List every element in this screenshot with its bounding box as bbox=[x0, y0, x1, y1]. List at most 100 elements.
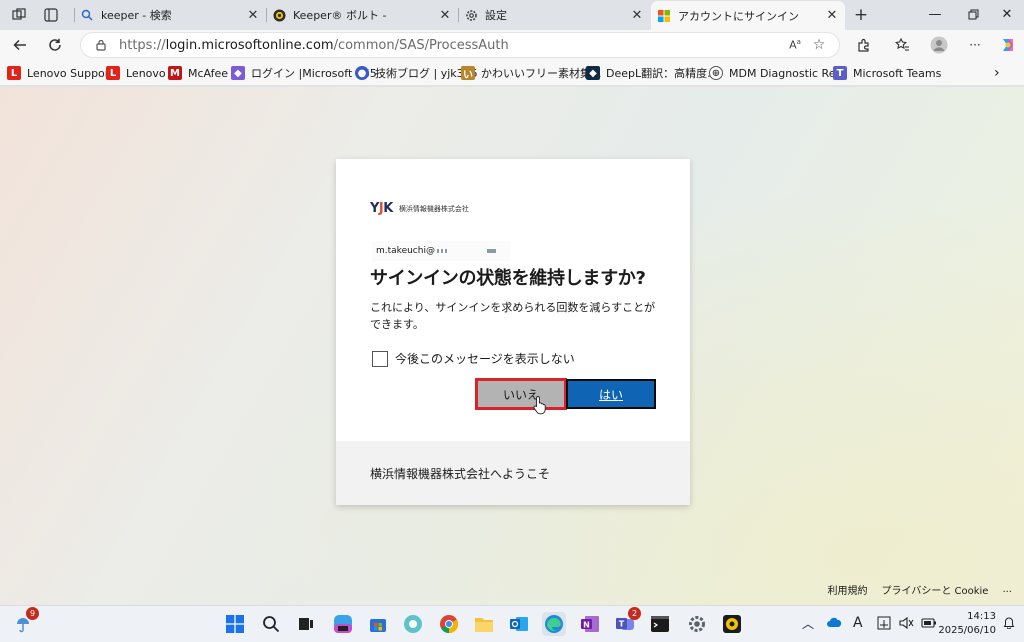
url-text[interactable]: https://login.microsoftonline.com/common… bbox=[119, 38, 783, 53]
app-circle-icon[interactable] bbox=[401, 612, 425, 636]
refresh-icon[interactable] bbox=[43, 34, 67, 56]
search-taskbar-icon[interactable] bbox=[259, 612, 283, 636]
workspaces-icon[interactable] bbox=[10, 6, 28, 24]
site-info-icon[interactable] bbox=[91, 39, 111, 51]
favorite-mcafee[interactable]: M McAfee bbox=[168, 64, 228, 82]
dont-show-again-label: 今後このメッセージを表示しない bbox=[395, 352, 575, 366]
new-tab-icon[interactable]: + bbox=[852, 5, 870, 25]
yes-button[interactable]: はい bbox=[566, 379, 656, 409]
chrome-icon[interactable] bbox=[437, 612, 461, 636]
no-button[interactable]: いいえ bbox=[475, 378, 567, 410]
tab-title: keeper - 検索 bbox=[101, 9, 172, 22]
lenovo-icon: L bbox=[106, 66, 120, 80]
close-tab-icon[interactable]: ✕ bbox=[246, 8, 260, 23]
onedrive-icon[interactable] bbox=[826, 617, 842, 631]
favorites-bar: L Lenovo Support L Lenovo M McAfee ◆ ログイン |M… bbox=[0, 60, 1024, 86]
windows-taskbar: 9 N T 2 ︿ A 14:13 2025/06/10 bbox=[0, 605, 1024, 642]
copilot-icon[interactable] bbox=[996, 34, 1020, 56]
favorite-tech-blog[interactable]: ● 技術ブログ | yjk365 bbox=[355, 64, 478, 82]
dont-show-again-checkbox[interactable] bbox=[372, 350, 388, 367]
notification-bell-icon[interactable] bbox=[1003, 617, 1015, 632]
extensions-icon[interactable] bbox=[852, 34, 876, 56]
wifi-icon[interactable] bbox=[876, 616, 892, 633]
svg-text:T: T bbox=[619, 620, 625, 629]
more-options-icon[interactable]: ··· bbox=[963, 34, 987, 56]
terminal-icon[interactable] bbox=[648, 612, 672, 636]
favorite-free-material[interactable]: いかわいいフリー素材集... bbox=[461, 64, 602, 82]
favorite-teams[interactable]: T Microsoft Teams bbox=[833, 64, 941, 82]
settings-taskbar-icon[interactable] bbox=[685, 612, 709, 636]
battery-icon[interactable] bbox=[921, 616, 937, 633]
favorite-mdm[interactable]: ⊕ MDM Diagnostic Re... bbox=[709, 64, 846, 82]
start-icon[interactable] bbox=[223, 612, 247, 636]
tab-keeper-search[interactable]: keeper - 検索 ✕ bbox=[74, 2, 266, 28]
tab-title: Keeper® ボルト - bbox=[293, 9, 387, 22]
store-icon[interactable] bbox=[366, 612, 390, 636]
volume-icon[interactable] bbox=[898, 616, 914, 633]
file-explorer-icon[interactable] bbox=[472, 612, 496, 636]
favorite-lenovo[interactable]: L Lenovo bbox=[106, 64, 166, 82]
account-email: m.takeuchi@ bbox=[376, 246, 435, 256]
favorite-label: Microsoft Teams bbox=[853, 66, 942, 80]
irasutoya-icon: い bbox=[461, 66, 475, 81]
show-hidden-icons-icon[interactable]: ︿ bbox=[802, 615, 814, 632]
svg-text:N: N bbox=[583, 621, 590, 630]
clock-date: 2025/06/10 bbox=[938, 625, 996, 636]
restore-icon[interactable] bbox=[958, 4, 988, 24]
tab-settings[interactable]: 設定 ✕ bbox=[458, 2, 650, 28]
dont-show-again-row[interactable]: 今後このメッセージを表示しない bbox=[372, 350, 575, 367]
input-indicator-icon[interactable]: A bbox=[853, 615, 863, 631]
weather-badge: 9 bbox=[26, 607, 39, 620]
edge-icon[interactable] bbox=[542, 612, 566, 636]
favorite-label: MDM Diagnostic Re... bbox=[729, 66, 846, 80]
onenote-icon[interactable]: N bbox=[578, 612, 602, 636]
address-bar[interactable]: https://login.microsoftonline.com/common… bbox=[80, 32, 840, 58]
read-aloud-icon[interactable]: Aa bbox=[783, 38, 807, 52]
globe-icon: ⊕ bbox=[709, 66, 723, 80]
favorite-label: Lenovo Support bbox=[27, 66, 114, 80]
close-tab-icon[interactable]: ✕ bbox=[438, 8, 452, 23]
keeper-icon bbox=[272, 8, 286, 22]
tab-actions-icon[interactable] bbox=[42, 6, 60, 24]
favorite-label: McAfee bbox=[188, 66, 229, 80]
outlook-icon[interactable] bbox=[507, 612, 531, 636]
page-title: サインインの状態を維持しますか? bbox=[370, 268, 646, 289]
keeper-taskbar-icon[interactable] bbox=[720, 612, 744, 636]
mcafee-icon: M bbox=[168, 66, 182, 80]
more-options-link[interactable]: ... bbox=[1002, 584, 1012, 595]
close-window-icon[interactable]: ✕ bbox=[992, 4, 1022, 24]
account-identity: m.takeuchi@ bbox=[372, 241, 510, 261]
favorite-lenovo-support[interactable]: L Lenovo Support bbox=[7, 64, 114, 82]
tab-keeper-vault[interactable]: Keeper® ボルト - ✕ bbox=[266, 2, 458, 28]
favorites-icon[interactable] bbox=[890, 34, 914, 56]
tab-title: 設定 bbox=[485, 9, 507, 22]
privacy-link[interactable]: プライバシーと Cookie bbox=[882, 582, 989, 597]
welcome-banner: 横浜情報機器株式会社へようこそ bbox=[336, 441, 690, 505]
tab-sign-in[interactable]: アカウントにサインイン ✕ bbox=[651, 1, 845, 30]
close-tab-icon[interactable]: ✕ bbox=[630, 8, 644, 23]
yjk-logo-mark: YJK bbox=[370, 201, 393, 216]
teams-badge: 2 bbox=[628, 607, 641, 620]
tab-strip: keeper - 検索 ✕ Keeper® ボルト - ✕ 設定 ✕ アカウント… bbox=[0, 0, 1024, 30]
minimize-icon[interactable]: — bbox=[920, 4, 950, 24]
back-icon[interactable] bbox=[8, 34, 32, 56]
favorite-label: Lenovo bbox=[126, 66, 166, 80]
task-view-icon[interactable] bbox=[294, 612, 318, 636]
favorite-label: DeepL翻訳：高精度... bbox=[606, 67, 718, 80]
deepl-icon: ◆ bbox=[586, 66, 600, 80]
favorites-overflow-chevron-icon[interactable]: › bbox=[994, 64, 1000, 82]
blog-icon: ● bbox=[355, 66, 369, 80]
profile-avatar[interactable] bbox=[927, 34, 951, 56]
microsoft-icon bbox=[657, 9, 671, 23]
taskbar-clock[interactable]: 14:13 2025/06/10 bbox=[938, 610, 996, 638]
company-logo-text: 横浜情報機器株式会社 bbox=[398, 204, 469, 213]
page-footer: 利用規約 プライバシーと Cookie ... bbox=[814, 582, 1012, 597]
close-tab-icon[interactable]: ✕ bbox=[825, 8, 839, 23]
copilot-taskbar-icon[interactable] bbox=[331, 612, 355, 636]
favorite-star-icon[interactable]: ☆ bbox=[807, 37, 831, 53]
teams-taskbar-icon[interactable]: T 2 bbox=[613, 607, 641, 636]
favorite-deepl[interactable]: ◆ DeepL翻訳：高精度... bbox=[586, 64, 718, 82]
terms-link[interactable]: 利用規約 bbox=[828, 582, 868, 597]
weather-icon[interactable]: 9 bbox=[11, 607, 39, 636]
redaction-mark bbox=[486, 249, 496, 253]
